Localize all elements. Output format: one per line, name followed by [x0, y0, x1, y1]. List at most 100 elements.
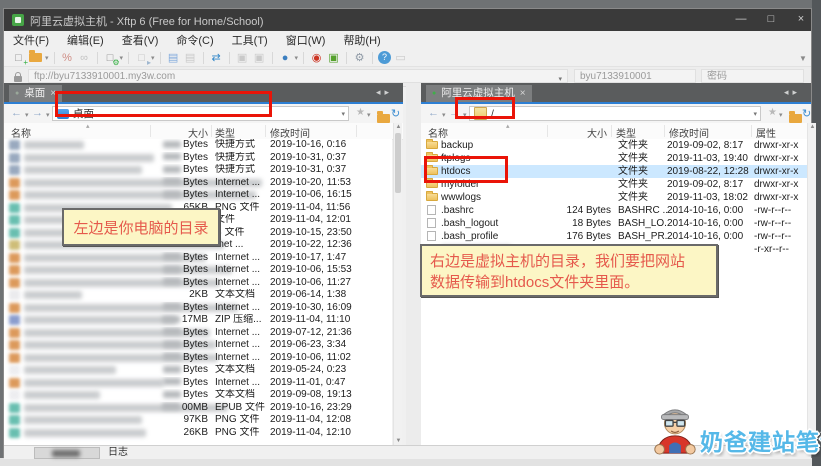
xftp-app-icon	[12, 14, 24, 26]
session-properties-icon-dropdown[interactable]: ▾	[120, 54, 124, 62]
file-row[interactable]: .bash_profile 176 Bytes BASH_PR... 2014-10-…	[421, 230, 807, 243]
left-scrollbar[interactable]: ▲ ▼	[393, 123, 402, 445]
file-row[interactable]: Bytes Internet ... 2019-10-17, 1:47	[4, 252, 392, 265]
menu-item-4[interactable]: 工具(T)	[223, 32, 277, 48]
file-row[interactable]: 97KB PNG 文件 2019-11-04, 12:08	[4, 414, 392, 427]
menu-item-5[interactable]: 窗口(W)	[277, 32, 335, 48]
maximize-button[interactable]: □	[757, 9, 785, 30]
settings-gear-icon[interactable]: ⚙	[352, 51, 367, 65]
file-row[interactable]: .bash_logout 18 Bytes BASH_LO... 2014-10-16…	[421, 217, 807, 230]
left-col-type[interactable]: 类型	[215, 125, 235, 140]
password-input[interactable]: 密码	[701, 69, 804, 83]
file-row[interactable]: Bytes 快捷方式 2019-10-31, 0:37	[4, 152, 392, 165]
file-row[interactable]: Bytes Internet ... 2019-07-12, 21:36	[4, 327, 392, 340]
right-col-attr[interactable]: 属性	[756, 125, 776, 140]
right-favorites-icon[interactable]: ★	[768, 107, 777, 118]
scroll-up-icon[interactable]: ▲	[394, 124, 403, 130]
file-row[interactable]: Bytes Internet ... 2019-10-06, 16:15	[4, 189, 392, 202]
right-col-size[interactable]: 大小	[551, 125, 607, 140]
left-refresh-icon[interactable]: ↻	[391, 107, 400, 120]
scroll-down-icon[interactable]: ▼	[394, 438, 403, 444]
right-col-date[interactable]: 修改时间	[669, 125, 709, 140]
feedback-icon[interactable]: ▭	[393, 51, 408, 65]
host-address-input[interactable]: ftp://byu7133910001.my3w.com ▾	[28, 69, 568, 83]
copy-icon[interactable]: ▣	[235, 51, 250, 65]
left-col-size[interactable]: 大小	[154, 125, 208, 140]
file-row[interactable]: Bytes 快捷方式 2019-10-16, 0:16	[4, 139, 392, 152]
log-tab[interactable]: 日志	[108, 446, 128, 459]
right-favorites-dropdown-icon[interactable]: ▾	[779, 111, 783, 119]
session-properties-icon[interactable]: □ ⚙	[103, 51, 120, 67]
globe-icon[interactable]: ●	[278, 51, 293, 65]
transfer-tab[interactable]	[34, 447, 100, 459]
file-row[interactable]: Bytes 文本文档 2019-05-24, 0:23	[4, 364, 392, 377]
right-col-name[interactable]: 名称	[428, 125, 448, 140]
host-dropdown-icon[interactable]: ▾	[558, 73, 562, 82]
open-terminal-icon-dropdown[interactable]: ▾	[151, 54, 155, 62]
file-row[interactable]: .bashrc 124 Bytes BASHRC ... 2014-10-16, 0:…	[421, 204, 807, 217]
open-session-icon-dropdown[interactable]: ▾	[45, 54, 49, 62]
scroll-up-icon[interactable]: ▲	[808, 124, 817, 130]
file-row[interactable]: Bytes Internet ... 2019-11-01, 0:47	[4, 377, 392, 390]
file-row[interactable]: 26KB PNG 文件 2019-11-04, 12:10	[4, 427, 392, 440]
right-refresh-icon[interactable]: ↻	[802, 107, 811, 120]
left-back-dropdown-icon[interactable]: ▾	[25, 111, 29, 119]
left-favorites-icon[interactable]: ★	[356, 107, 365, 118]
left-up-folder-icon[interactable]	[377, 111, 390, 123]
toolbar-overflow-icon[interactable]: ▼	[799, 54, 807, 63]
file-row[interactable]: Bytes Internet ... 2019-10-06, 15:53	[4, 264, 392, 277]
right-up-folder-icon[interactable]	[789, 111, 802, 123]
left-col-name[interactable]: 名称	[11, 125, 31, 140]
menu-item-2[interactable]: 查看(V)	[113, 32, 168, 48]
menu-item-3[interactable]: 命令(C)	[167, 32, 222, 48]
left-favorites-dropdown-icon[interactable]: ▾	[367, 111, 371, 119]
left-forward-icon[interactable]: →	[32, 107, 43, 119]
menu-item-6[interactable]: 帮助(H)	[334, 32, 389, 48]
close-button[interactable]: ×	[787, 9, 815, 30]
menu-item-0[interactable]: 文件(F)	[4, 32, 58, 48]
right-path-dropdown-icon[interactable]: ▾	[753, 110, 757, 118]
file-row[interactable]: Bytes Internet ... 2019-10-06, 11:02	[4, 352, 392, 365]
file-row[interactable]: Bytes 快捷方式 2019-10-31, 0:37	[4, 164, 392, 177]
file-row[interactable]: 17MB ZIP 压缩... 2019-11-04, 11:10	[4, 314, 392, 327]
xshell-icon[interactable]: ◉	[309, 51, 324, 65]
username-input[interactable]: byu7133910001	[574, 69, 696, 83]
left-forward-dropdown-icon[interactable]: ▾	[46, 111, 50, 119]
file-row[interactable]: Bytes Internet ... 2019-10-06, 11:27	[4, 277, 392, 290]
minimize-button[interactable]: —	[727, 9, 755, 30]
file-row[interactable]: Bytes Internet ... 2019-06-23, 3:34	[4, 339, 392, 352]
left-path-dropdown-icon[interactable]: ▾	[341, 110, 345, 118]
file-row[interactable]: Bytes 文本文档 2019-09-08, 19:13	[4, 389, 392, 402]
globe-icon-dropdown[interactable]: ▾	[295, 54, 299, 62]
file-date: 2019-11-03, 18:02	[667, 192, 748, 203]
menu-item-1[interactable]: 编辑(E)	[58, 32, 113, 48]
right-tab-close-icon[interactable]: ×	[520, 85, 526, 102]
file-row[interactable]: wwwlogs 文件夹 2019-11-03, 18:02 drwxr-xr-x	[421, 191, 807, 204]
new-transfer-icon[interactable]: ▤	[166, 51, 181, 65]
file-row[interactable]: backup 文件夹 2019-09-02, 8:17 drwxr-xr-x	[421, 139, 807, 152]
sync-browsing-icon[interactable]: ⇄	[209, 51, 224, 65]
xmanager-icon[interactable]: ▣	[326, 51, 341, 65]
transfer-disabled-icon[interactable]: ▤	[183, 51, 198, 65]
right-col-type[interactable]: 类型	[616, 125, 636, 140]
left-scroll-thumb[interactable]	[395, 133, 401, 193]
left-tab-scroll-icons[interactable]: ◂▸	[376, 87, 393, 98]
right-scrollbar[interactable]: ▲ ▼	[807, 123, 816, 445]
reconnect-icon[interactable]: ∞	[77, 51, 92, 65]
left-back-icon[interactable]: ←	[11, 107, 22, 119]
file-size: Bytes	[124, 152, 208, 165]
file-row[interactable]: 00MB EPUB 文件 2019-10-16, 23:29	[4, 402, 392, 415]
help-icon[interactable]: ?	[378, 51, 392, 64]
right-back-dropdown-icon[interactable]: ▾	[442, 111, 446, 119]
left-col-date[interactable]: 修改时间	[270, 125, 310, 140]
open-terminal-icon[interactable]: □ ▸	[134, 51, 151, 67]
right-tab-scroll-icons[interactable]: ◂▸	[784, 87, 801, 98]
disconnect-icon[interactable]: %	[60, 51, 75, 65]
paste-icon[interactable]: ▣	[252, 51, 267, 65]
file-row[interactable]: Bytes Internet ... 2019-10-20, 11:53	[4, 177, 392, 190]
open-session-icon[interactable]	[29, 50, 42, 62]
new-session-icon[interactable]: □ +	[11, 51, 28, 67]
file-row[interactable]: Bytes Internet ... 2019-10-30, 16:09	[4, 302, 392, 315]
right-back-icon[interactable]: ←	[428, 107, 439, 119]
file-row[interactable]: 2KB 文本文档 2019-06-14, 1:38	[4, 289, 392, 302]
